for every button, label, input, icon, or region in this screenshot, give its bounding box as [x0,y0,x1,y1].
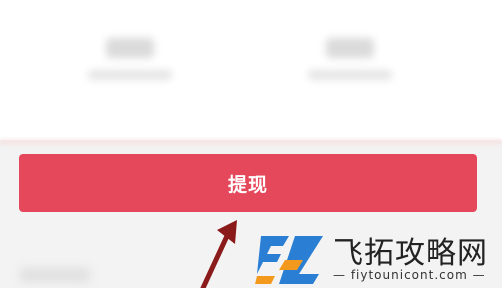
balance-card [0,0,502,140]
pointer-arrow-icon [200,220,237,288]
blurred-stat-right [305,38,395,98]
watermark: 飞拓攻略网 — fiytounicont.com — [255,228,502,288]
watermark-url: — fiytounicont.com — [333,268,486,282]
withdraw-button[interactable]: 提现 [19,154,477,212]
app-screen: 提现 飞拓攻略网 — fiytounicont.com — [0,0,502,288]
blurred-stat-left [85,38,175,98]
divider [0,140,502,146]
watermark-brand: 飞拓攻略网 [333,236,488,271]
withdraw-button-label: 提现 [227,173,268,196]
blurred-text [20,268,90,282]
site-logo-icon [255,236,323,284]
